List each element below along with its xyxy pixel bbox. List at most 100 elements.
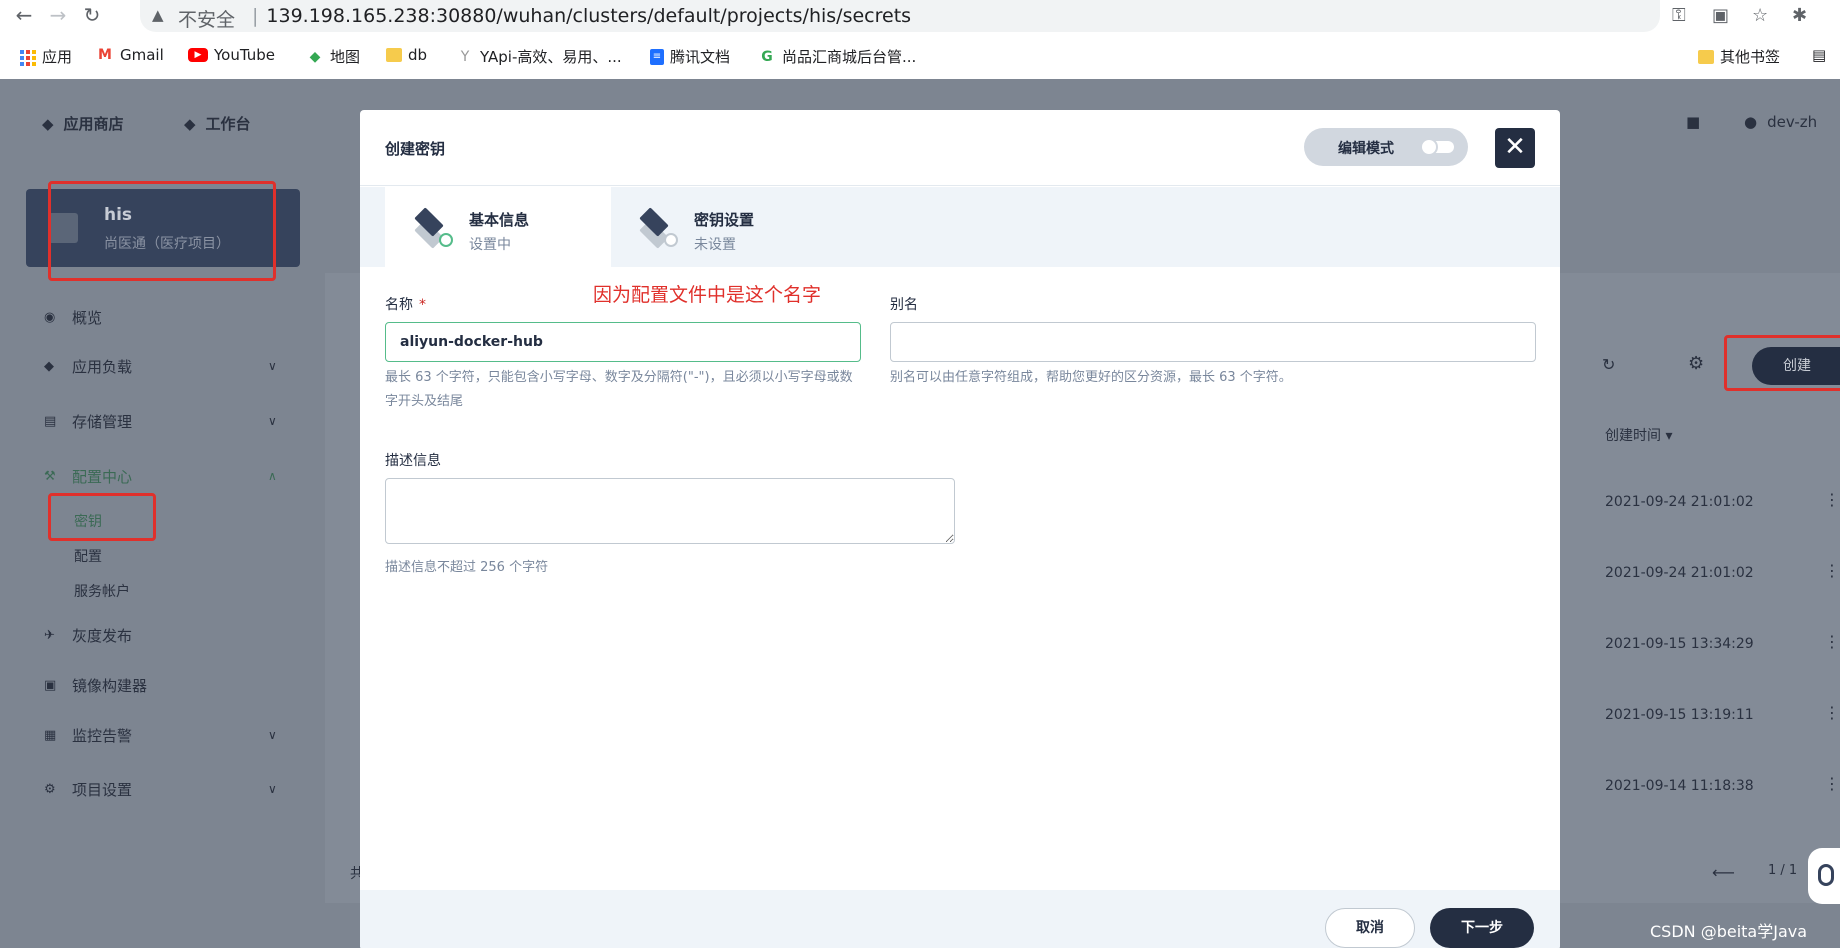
modal-header: 创建密钥 编辑模式 ✕ [360,110,1560,186]
browser-chrome: ← → ↻ ▲ 不安全 | 139.198.165.238:30880/wuhan… [0,0,1840,79]
mascot-widget[interactable] [1808,848,1840,904]
workbench-link[interactable]: ◆ 工作台 [184,113,251,134]
name-label: 名称 * [385,297,426,313]
bookmark-gmail[interactable]: M Gmail [96,46,164,64]
step-secret-settings[interactable]: 密钥设置 未设置 [610,187,836,267]
step-status: 设置中 [469,237,511,253]
extension-icon[interactable]: ✱ [1792,5,1807,26]
name-input[interactable] [385,322,861,362]
grayscale-icon: ✈ [44,628,55,643]
bookmark-apps[interactable]: 应用 [18,46,72,67]
sidebar-item-overview[interactable]: ◉ 概览 [44,307,102,328]
table-row-time: 2021-09-15 13:34:29 [1605,636,1754,652]
shop-icon: G [761,48,773,65]
bookmark-other[interactable]: 其他书签 [1698,46,1780,67]
watermark: CSDN @beita学Java [1650,922,1808,941]
alias-input[interactable] [890,322,1536,362]
translate-icon[interactable]: ▣ [1712,5,1729,26]
youtube-icon: ▶ [188,48,208,62]
close-icon: ✕ [1504,132,1526,162]
bookmark-shop-admin[interactable]: G 尚品汇商城后台管... [758,46,916,67]
apps-grid-icon [18,48,36,66]
sidebar-item-monitoring[interactable]: ▦ 监控告警 [44,725,132,746]
gear-icon[interactable]: ⚙ [1688,353,1704,374]
highlight-secrets [48,493,156,541]
workloads-icon: ◆ [44,359,54,374]
gear-icon: ⚙ [44,782,56,797]
star-icon[interactable]: ☆ [1752,5,1768,26]
chevron-down-icon[interactable]: ∨ [268,782,277,796]
toggle-switch[interactable] [1420,138,1454,156]
description-label: 描述信息 [385,453,441,469]
description-help: 描述信息不超过 256 个字符 [385,560,549,575]
warning-icon[interactable]: ▲ [152,6,164,24]
workbench-icon: ◆ [184,114,196,133]
yapi-icon: Y [460,48,470,65]
table-row-time: 2021-09-24 21:01:02 [1605,565,1754,581]
sidebar-item-project-settings[interactable]: ⚙ 项目设置 [44,779,132,800]
user-icon: ● [1744,113,1758,131]
step-status: 未设置 [694,237,736,253]
bookmark-db[interactable]: db [386,46,427,64]
more-icon[interactable]: ⋮ [1824,774,1840,793]
required-mark: * [419,297,426,313]
reading-list-icon[interactable]: ▤ [1812,46,1826,64]
monitoring-icon: ▦ [44,728,57,743]
layers-icon [409,207,453,249]
docs-icon[interactable]: ■ [1686,113,1700,131]
prev-page-icon[interactable]: ⟵ [1712,863,1735,882]
step-title: 密钥设置 [694,211,755,229]
more-icon[interactable]: ⋮ [1824,561,1840,580]
highlight-create [1724,335,1840,391]
chevron-down-icon[interactable]: ∨ [268,728,277,742]
sidebar-item-storage[interactable]: ▤ 存储管理 [44,411,132,432]
insecure-label[interactable]: 不安全 [178,5,235,32]
bookmark-tencent-docs[interactable]: ≡ 腾讯文档 [650,46,730,67]
step-basic-info[interactable]: 基本信息 设置中 [385,187,611,267]
bookmark-youtube[interactable]: ▶ YouTube [188,46,275,64]
url-value[interactable]: 139.198.165.238:30880/wuhan/clusters/def… [266,5,911,27]
next-button[interactable]: 下一步 [1430,908,1534,948]
app-store-link[interactable]: ◆ 应用商店 [42,113,124,134]
url-text[interactable]: | 139.198.165.238:30880/wuhan/clusters/de… [252,5,911,27]
layers-icon [634,207,678,249]
step-status-dot [439,233,453,247]
more-icon[interactable]: ⋮ [1824,632,1840,651]
more-icon[interactable]: ⋮ [1824,490,1840,509]
step-title: 基本信息 [469,211,530,229]
sidebar-sub-configmaps[interactable]: 配置 [74,546,102,566]
close-button[interactable]: ✕ [1495,128,1535,168]
app-store-icon: ◆ [42,114,54,133]
key-icon[interactable]: ⚿ [1672,5,1686,26]
bookmark-yapi[interactable]: Y YApi-高效、易用、... [456,46,622,67]
maps-icon: ◆ [309,48,321,65]
sidebar-item-image-builder[interactable]: ▣ 镜像构建器 [44,675,147,696]
sidebar-sub-service-accounts[interactable]: 服务帐户 [74,581,130,601]
description-textarea[interactable] [385,478,955,544]
back-arrow-icon[interactable]: ← [12,2,36,28]
pagination-text: 1 / 1 [1768,863,1798,878]
bookmark-maps[interactable]: ◆ 地图 [306,46,360,67]
sidebar-item-config-center[interactable]: ⚒ 配置中心 [44,466,132,487]
user-menu[interactable]: ● dev-zh [1744,113,1817,131]
chevron-down-icon[interactable]: ∨ [268,359,277,373]
edit-mode-toggle[interactable]: 编辑模式 [1304,128,1468,166]
image-builder-icon: ▣ [44,678,57,693]
cancel-button[interactable]: 取消 [1325,908,1415,948]
toggle-knob [1420,138,1438,156]
url-separator: | [252,5,259,27]
folder-icon [386,48,402,62]
folder-icon [1698,49,1714,64]
created-time-header[interactable]: 创建时间 ▾ [1605,425,1672,445]
table-row-time: 2021-09-15 13:19:11 [1605,707,1754,723]
forward-arrow-icon[interactable]: → [46,2,70,28]
reload-icon[interactable]: ↻ [80,2,104,28]
sidebar-item-grayscale[interactable]: ✈ 灰度发布 [44,625,132,646]
more-icon[interactable]: ⋮ [1824,703,1840,722]
wrench-icon: ⚒ [44,469,56,484]
sidebar-item-workloads[interactable]: ◆ 应用负载 [44,356,132,377]
chevron-up-icon[interactable]: ∧ [268,469,277,483]
step-status-dot [664,233,678,247]
refresh-icon[interactable]: ↻ [1602,355,1615,374]
chevron-down-icon[interactable]: ∨ [268,414,277,428]
